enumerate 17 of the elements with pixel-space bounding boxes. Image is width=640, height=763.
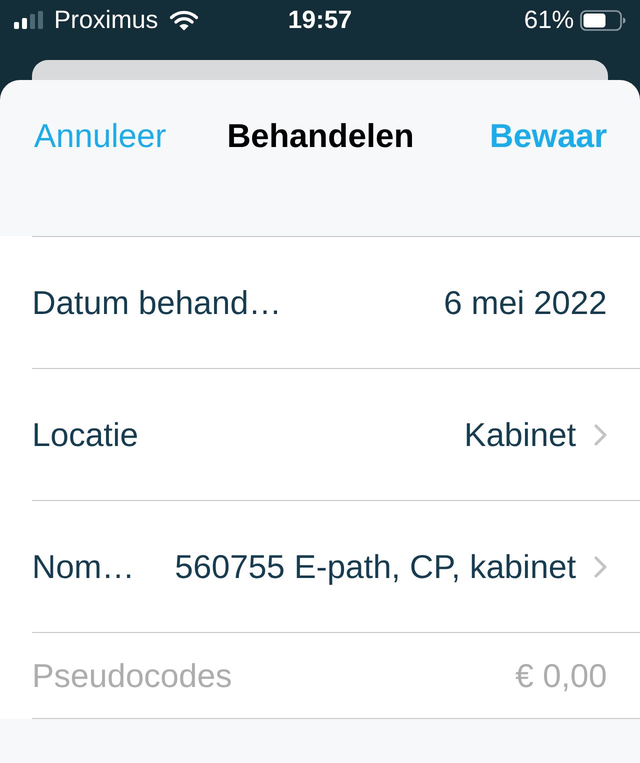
wifi-icon — [170, 10, 198, 30]
row-label: Datum behand… — [32, 284, 282, 322]
row-value[interactable]: Kabinet — [464, 416, 576, 454]
signal-icon — [14, 11, 46, 29]
sheet-title: Behandelen — [226, 117, 414, 155]
battery-percentage: 61% — [524, 6, 574, 34]
chevron-icon — [594, 556, 607, 578]
row-value[interactable]: 560755 E-path, CP, kabinet — [174, 548, 576, 586]
battery-icon — [580, 10, 626, 30]
chevron-icon — [594, 424, 607, 446]
row-label: Nom… — [32, 548, 135, 586]
row-value: € 0,00 — [515, 656, 607, 694]
row-label: Pseudocodes — [32, 656, 232, 694]
carrier-name: Proximus — [54, 6, 158, 34]
row-label: Locatie — [32, 416, 138, 454]
row-value[interactable]: 6 mei 2022 — [444, 284, 607, 322]
status-time: 19:57 — [288, 6, 352, 34]
